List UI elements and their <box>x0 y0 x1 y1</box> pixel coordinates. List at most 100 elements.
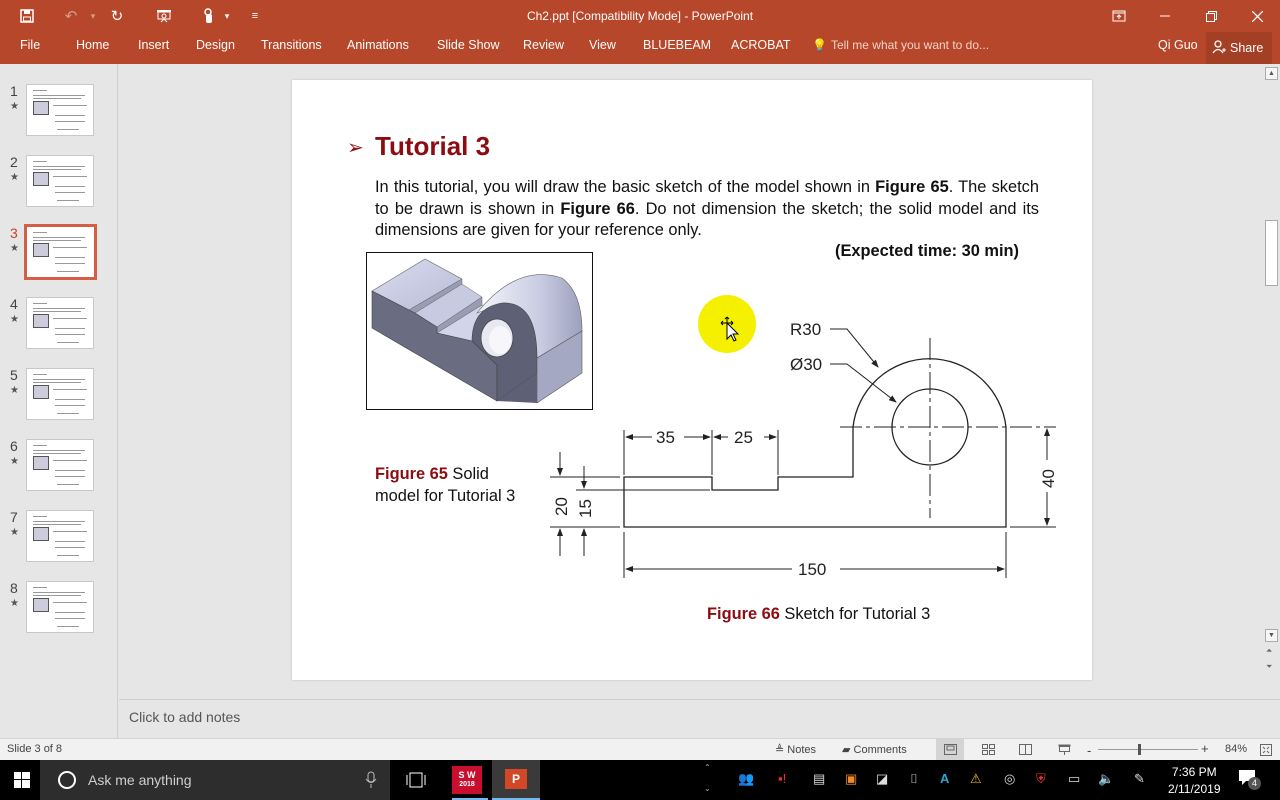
reading-view-button[interactable] <box>1011 739 1039 760</box>
close-button[interactable] <box>1234 0 1280 32</box>
task-view-button[interactable] <box>404 768 428 792</box>
people-icon[interactable]: 👥 <box>738 771 754 787</box>
thumbnail-text-line <box>53 105 87 106</box>
tab-slide-show[interactable]: Slide Show <box>437 38 500 52</box>
comments-toggle-button[interactable]: ▰ Comments <box>842 743 907 756</box>
next-slide-button[interactable]: ⏷ <box>1266 662 1272 672</box>
thumbnail-text-line <box>53 602 87 603</box>
snipping-tray-icon[interactable]: ◪ <box>876 771 888 787</box>
hole-circle <box>891 388 969 466</box>
zoom-in-button[interactable]: + <box>1201 741 1209 756</box>
slide-paragraph[interactable]: In this tutorial, you will draw the basi… <box>375 177 1039 242</box>
normal-view-button[interactable] <box>936 739 964 760</box>
zoom-slider[interactable] <box>1098 749 1198 750</box>
comments-label: Comments <box>853 744 907 756</box>
pen-icon[interactable]: ✎ <box>1134 771 1145 787</box>
user-name[interactable]: Qi Guo <box>1158 38 1198 52</box>
notes-toggle-button[interactable]: ≜ Notes <box>775 743 816 756</box>
media-tray-icon[interactable]: ▤ <box>813 771 825 787</box>
system-clock[interactable]: 7:36 PM 2/11/2019 <box>1168 764 1221 798</box>
slide-thumbnail[interactable] <box>26 155 94 207</box>
thumbnail-text-line <box>33 166 85 167</box>
show-hidden-icons-down[interactable]: ⌄ <box>704 784 711 793</box>
slide-thumbnail[interactable] <box>26 439 94 491</box>
autodesk-tray-icon[interactable]: A <box>940 771 949 786</box>
sketch-profile <box>623 358 1007 528</box>
slide-show-button[interactable] <box>1050 739 1078 760</box>
tab-bluebeam[interactable]: BLUEBEAM <box>643 38 711 52</box>
tell-me-text: Tell me what you want to do... <box>830 38 990 52</box>
share-button[interactable]: Share <box>1206 32 1272 64</box>
search-placeholder: Ask me anything <box>88 772 192 788</box>
thumbnail-text-line <box>57 342 79 343</box>
thumbnail-text-line <box>33 237 85 238</box>
tab-animations[interactable]: Animations <box>347 38 409 52</box>
tab-file[interactable]: File <box>20 38 40 52</box>
scroll-thumb[interactable] <box>1265 220 1278 286</box>
slide-thumbnail[interactable] <box>26 368 94 420</box>
scroll-down-button[interactable]: ▼ <box>1265 629 1278 642</box>
ribbon-display-options-button[interactable] <box>1096 0 1142 32</box>
animation-star-icon: ★ <box>10 456 19 467</box>
scroll-up-button[interactable]: ▲ <box>1265 67 1278 80</box>
tab-insert[interactable]: Insert <box>138 38 169 52</box>
network-icon[interactable]: ▭ <box>1068 771 1080 787</box>
reading-view-icon <box>1018 744 1032 755</box>
notes-pane[interactable]: Click to add notes <box>119 699 1280 737</box>
microphone-icon[interactable] <box>365 771 377 789</box>
dim-40: 40 <box>1039 469 1058 488</box>
powerpoint-taskbar-button[interactable]: P <box>492 760 540 800</box>
tab-transitions[interactable]: Transitions <box>261 38 322 52</box>
slide-thumbnail[interactable] <box>26 84 94 136</box>
slide-thumbnail[interactable] <box>26 581 94 633</box>
slide-sorter-button[interactable] <box>974 739 1002 760</box>
warning-tray-icon[interactable]: ⚠ <box>970 771 982 787</box>
start-button[interactable] <box>10 768 34 792</box>
cortana-search-box[interactable]: Ask me anything <box>40 760 390 800</box>
dimension-lines <box>550 328 1056 578</box>
slide-thumbnail[interactable] <box>24 224 97 280</box>
fit-slide-button[interactable] <box>1256 739 1276 760</box>
thumbnail-text-line <box>33 98 81 99</box>
usb-eject-icon[interactable]: ⌷ <box>910 771 918 787</box>
animation-star-icon: ★ <box>10 385 19 396</box>
tab-view[interactable]: View <box>589 38 616 52</box>
thumbnail-text-line <box>33 516 47 517</box>
thumbnail-text-line <box>33 95 85 96</box>
expected-time: (Expected time: 30 min) <box>835 242 1019 260</box>
volume-icon[interactable]: 🔈 <box>1098 771 1114 787</box>
zoom-slider-thumb[interactable] <box>1138 744 1141 755</box>
java-tray-icon[interactable]: ▣ <box>845 771 857 787</box>
thumbnail-text-line <box>33 521 85 522</box>
slide-thumbnail[interactable] <box>26 297 94 349</box>
network-globe-icon[interactable]: ◎ <box>1004 771 1015 787</box>
thumbnail-text-line <box>57 271 79 272</box>
slide-title[interactable]: Tutorial 3 <box>375 131 490 162</box>
show-hidden-icons-up[interactable]: ⌃ <box>704 763 711 772</box>
thumbnail-figure <box>33 456 49 470</box>
thumbnail-figure <box>33 172 49 186</box>
tab-home[interactable]: Home <box>76 38 109 52</box>
security-shield-icon[interactable]: ⛨ <box>1036 771 1046 787</box>
solidworks-taskbar-icon[interactable]: S W 2018 <box>452 766 482 794</box>
slide-thumbnail-pane: 1 ★ 2 ★ 3 ★ 4 ★ 5 ★ 6 ★ 7 ★ 8 ★ <box>0 64 118 738</box>
window-title: Ch2.ppt [Compatibility Mode] - PowerPoin… <box>526 9 754 23</box>
tab-review[interactable]: Review <box>523 38 564 52</box>
action-center-button[interactable]: 4 <box>1238 769 1261 790</box>
tab-acrobat[interactable]: ACROBAT <box>731 38 791 52</box>
tab-design[interactable]: Design <box>196 38 235 52</box>
previous-slide-button[interactable]: ⏶ <box>1266 646 1272 656</box>
restore-button[interactable] <box>1188 0 1234 32</box>
solid-model-image[interactable] <box>366 252 593 410</box>
slide-thumbnail[interactable] <box>26 510 94 562</box>
zoom-out-button[interactable]: - <box>1087 743 1091 758</box>
minimize-button[interactable] <box>1142 0 1188 32</box>
notes-placeholder[interactable]: Click to add notes <box>129 709 240 725</box>
thumbnail-text-line <box>33 524 81 525</box>
solidworks-rx-icon[interactable]: ▪! <box>778 771 786 786</box>
slide-canvas[interactable]: ➢ Tutorial 3 In this tutorial, you will … <box>292 80 1092 680</box>
tell-me-search[interactable]: 💡 Tell me what you want to do... <box>812 38 989 52</box>
zoom-level[interactable]: 84% <box>1225 743 1247 755</box>
thumbnail-figure <box>33 101 49 115</box>
vertical-scrollbar[interactable]: ▲ ▼ ⏶ ⏷ <box>1263 64 1280 680</box>
